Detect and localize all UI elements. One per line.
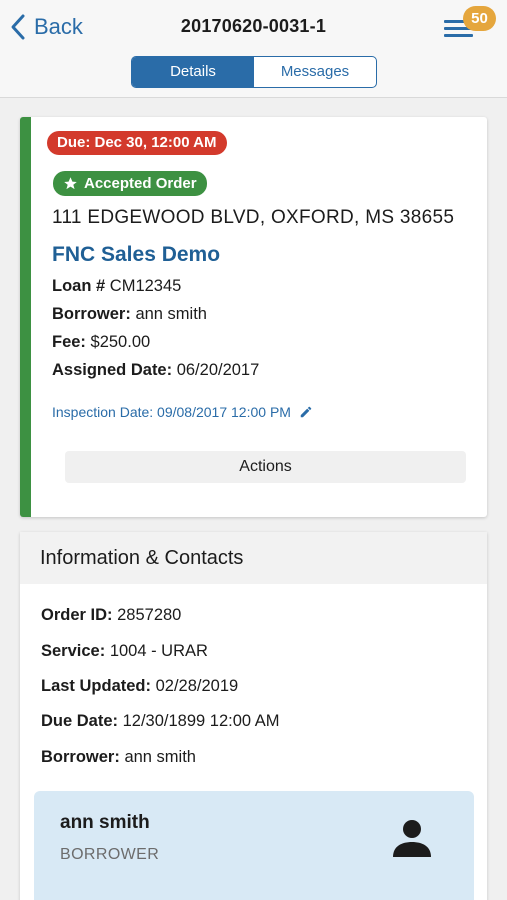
field-value: 12/30/1899 12:00 AM	[122, 712, 280, 730]
inspection-date-link[interactable]: Inspection Date: 09/08/2017 12:00 PM	[52, 404, 313, 420]
top-bar: Back 20170620-0031-1 50 Details Messages	[0, 0, 507, 98]
person-icon	[393, 820, 431, 857]
status-badge-label: Accepted Order	[84, 175, 197, 192]
field-value: $250.00	[90, 333, 151, 351]
field-value: 1004 - URAR	[109, 642, 208, 660]
info-field: Due Date: 12/30/1899 12:00 AM	[41, 712, 280, 731]
field-label: Due Date:	[41, 712, 119, 730]
order-field: Assigned Date: 06/20/2017	[52, 361, 259, 380]
field-label: Assigned Date:	[52, 361, 173, 379]
field-label: Last Updated:	[41, 677, 152, 695]
tab-details[interactable]: Details	[132, 57, 254, 87]
star-icon	[64, 177, 77, 190]
field-value: CM12345	[109, 277, 182, 295]
info-field: Order ID: 2857280	[41, 606, 181, 625]
contact-name: ann smith	[60, 812, 150, 833]
info-field: Borrower: ann smith	[41, 748, 196, 767]
field-label: Fee:	[52, 333, 86, 351]
field-value: ann smith	[135, 305, 207, 323]
tab-messages[interactable]: Messages	[254, 57, 376, 87]
inspection-date-label: Inspection Date: 09/08/2017 12:00 PM	[52, 404, 291, 420]
due-badge: Due: Dec 30, 12:00 AM	[47, 131, 227, 155]
order-field: Loan # CM12345	[52, 277, 181, 296]
field-value: 06/20/2017	[176, 361, 260, 379]
field-label: Order ID:	[41, 606, 113, 624]
field-value: ann smith	[124, 748, 196, 766]
actions-button[interactable]: Actions	[65, 451, 466, 483]
notification-badge[interactable]: 50	[463, 6, 496, 31]
field-value: 2857280	[117, 606, 182, 624]
page-title: 20170620-0031-1	[180, 16, 327, 36]
client-name[interactable]: FNC Sales Demo	[52, 243, 220, 267]
contact-role: BORROWER	[60, 846, 160, 863]
status-badge: Accepted Order	[53, 171, 207, 196]
field-label: Service:	[41, 642, 106, 660]
order-field: Fee: $250.00	[52, 333, 150, 352]
field-label: Borrower:	[52, 305, 131, 323]
field-label: Borrower:	[41, 748, 120, 766]
property-address: 111 EDGEWOOD BLVD, OXFORD, MS 38655	[52, 207, 455, 228]
tab-switcher: Details Messages	[131, 56, 377, 88]
pencil-icon	[300, 406, 312, 418]
info-field: Service: 1004 - URAR	[41, 642, 208, 661]
field-value: 02/28/2019	[155, 677, 239, 695]
order-field: Borrower: ann smith	[52, 305, 207, 324]
field-label: Loan #	[52, 277, 106, 295]
info-card-header: Information & Contacts	[20, 532, 487, 584]
contact-card[interactable]: ann smith BORROWER	[34, 791, 474, 900]
info-card-title: Information & Contacts	[40, 547, 244, 569]
info-field: Last Updated: 02/28/2019	[41, 677, 238, 696]
